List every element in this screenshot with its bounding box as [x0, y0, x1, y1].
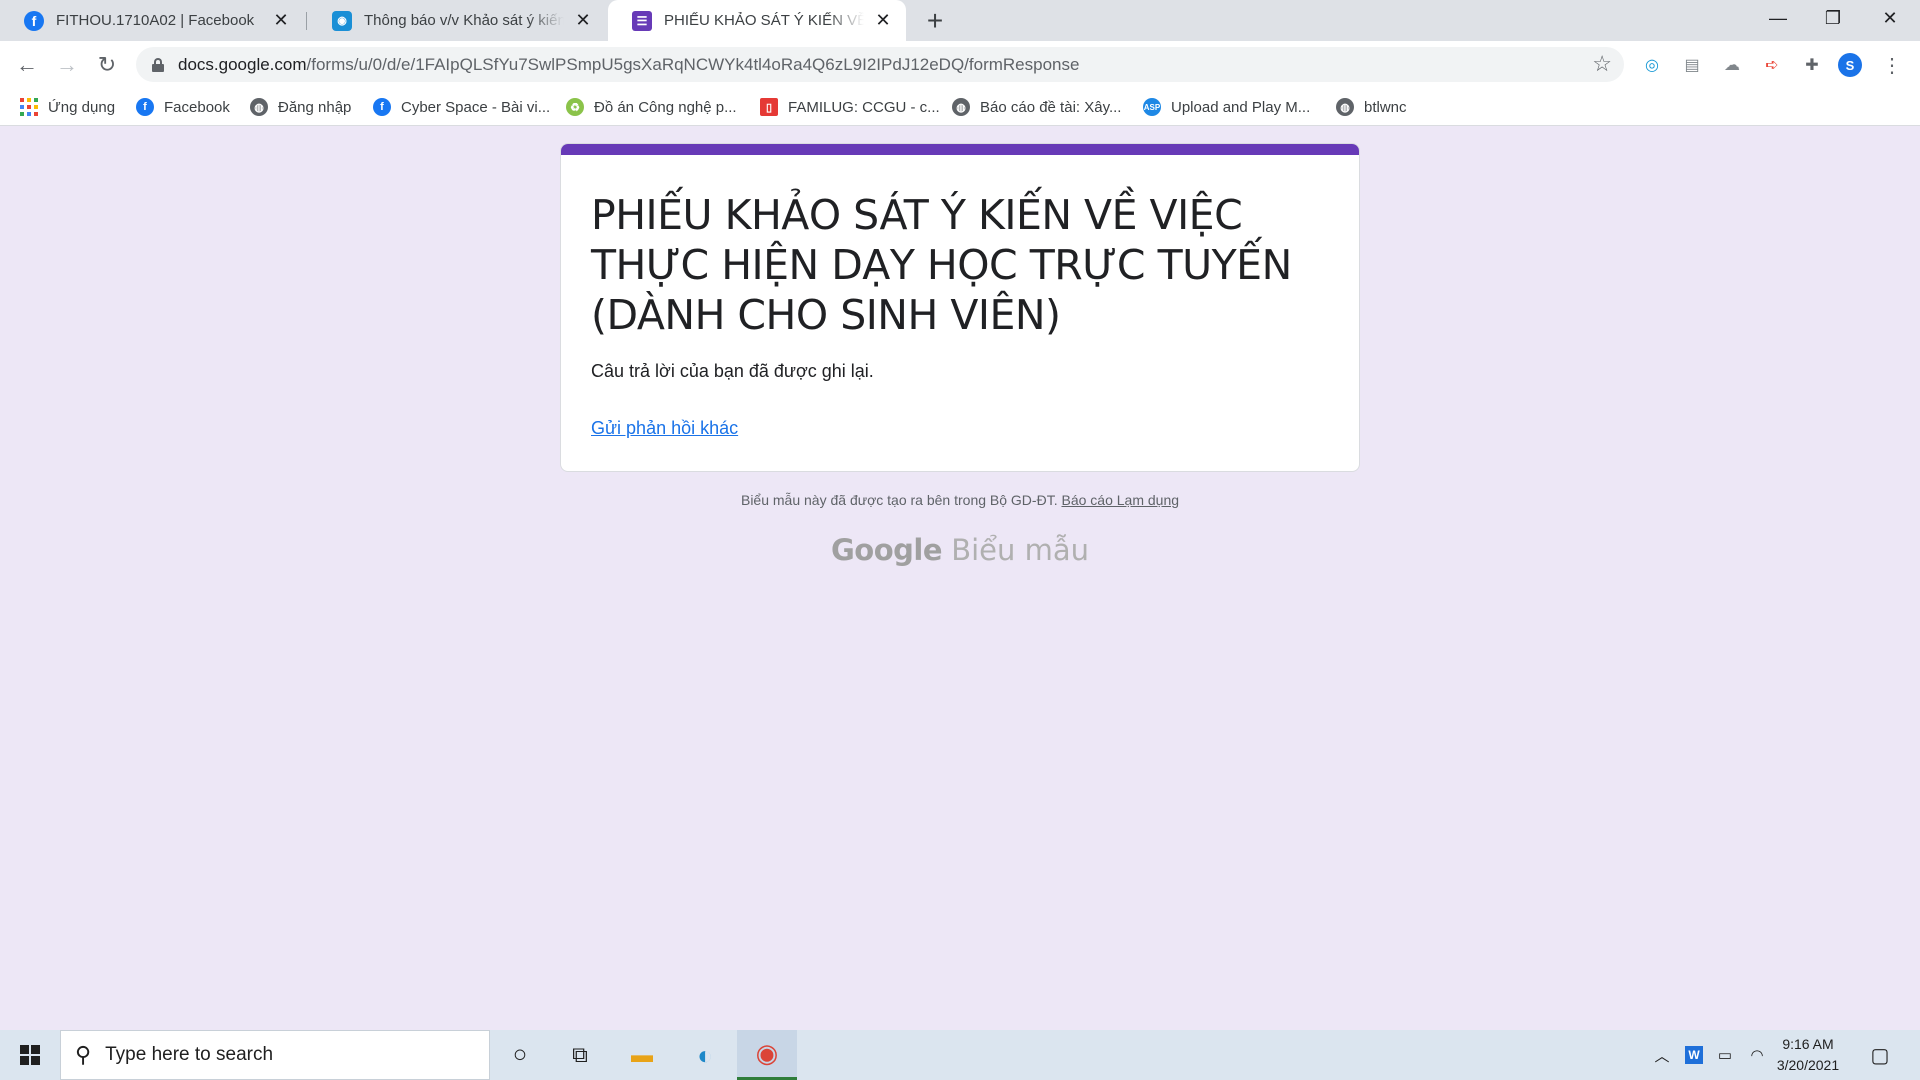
bookmark-label: FAMILUG: CCGU - c... [788, 98, 940, 116]
tab-facebook[interactable]: f FITHOU.1710A02 | Facebook ✕ [0, 0, 304, 41]
bookmark-label: btlwnc [1364, 98, 1407, 116]
close-tab-icon[interactable]: ✕ [872, 10, 894, 32]
bookmark-dang-nhap[interactable]: ◍ Đăng nhập [250, 96, 351, 118]
lock-icon [152, 57, 164, 72]
bookmark-icon: ▯ [760, 98, 778, 116]
address-bar[interactable]: docs.google.com/forms/u/0/d/e/1FAIpQLSfY… [136, 47, 1624, 82]
tab-title: PHIẾU KHẢO SÁT Ý KIẾN VỀ VIỆC THỰC HIỆN [664, 12, 864, 29]
bookmark-label: Báo cáo đề tài: Xây... [980, 98, 1122, 116]
google-forms-logo[interactable]: Google Biểu mẫu [560, 533, 1360, 567]
show-hidden-icons-chevron-icon[interactable]: ︿ [1650, 1030, 1674, 1080]
reader-extension-icon[interactable]: ▤ [1680, 53, 1704, 77]
globe-icon: ◍ [1336, 98, 1354, 116]
brand-forms: Biểu mẫu [951, 533, 1090, 567]
tab-title: FITHOU.1710A02 | Facebook [56, 12, 255, 29]
chrome-browser-icon[interactable]: ◉ [737, 1030, 797, 1080]
bookmark-familug[interactable]: ▯ FAMILUG: CCGU - c... [760, 96, 940, 118]
cloud-download-icon[interactable]: ☁ [1720, 53, 1744, 77]
windows-taskbar: ⚲ Type here to search ○ ⧉ ▬ ◐ ◉ ︿ W ▭ ◠ … [0, 1030, 1920, 1080]
taskbar-clock[interactable]: 9:16 AM 3/20/2021 [1768, 1034, 1848, 1076]
bookmark-do-an[interactable]: ♻ Đồ án Công nghệ p... [566, 96, 737, 118]
cast-extension-icon[interactable]: ➪ [1760, 53, 1784, 77]
apps-grid-icon [20, 98, 38, 116]
edge-browser-icon[interactable]: ◐ [675, 1030, 735, 1080]
task-view-icon[interactable]: ⧉ [550, 1030, 610, 1080]
clock-time: 9:16 AM [1782, 1036, 1834, 1052]
bookmark-label: Đăng nhập [278, 98, 352, 116]
tab-thong-bao[interactable]: ◉ Thông báo v/v Khảo sát ý kiến Sinh viê… [308, 0, 606, 41]
form-accent-bar [561, 144, 1359, 155]
report-abuse-link[interactable]: Báo cáo Lạm dụng [1061, 492, 1179, 508]
form-title: PHIẾU KHẢO SÁT Ý KIẾN VỀ VIỆC THỰC HIỆN … [591, 191, 1292, 339]
brand-google: Google [830, 533, 943, 567]
url-host: docs.google.com [178, 54, 307, 74]
bookmark-facebook[interactable]: f Facebook [136, 96, 230, 118]
search-extension-icon[interactable]: ◎ [1640, 53, 1664, 77]
search-icon: ⚲ [75, 1042, 92, 1067]
globe-icon: ◍ [952, 98, 970, 116]
taskbar-search-box[interactable]: ⚲ Type here to search [60, 1030, 490, 1080]
forward-arrow-icon[interactable]: → [51, 49, 83, 81]
facebook-icon: f [24, 10, 44, 31]
facebook-icon: f [136, 98, 154, 116]
globe-icon: ◍ [250, 98, 268, 116]
file-explorer-icon[interactable]: ▬ [612, 1030, 672, 1080]
tab-title: Thông báo v/v Khảo sát ý kiến Sinh viên [364, 12, 564, 29]
bookmark-label: Facebook [164, 98, 230, 116]
menu-dots-icon[interactable]: ⋮ [1880, 53, 1904, 77]
wifi-icon[interactable]: ◠ [1745, 1030, 1769, 1080]
submit-another-response-link[interactable]: Gửi phản hồi khác [591, 418, 738, 439]
bookmark-label: Upload and Play M... [1171, 98, 1311, 116]
bookmark-label: Đồ án Công nghệ p... [594, 98, 737, 116]
restore-button[interactable]: ❐ [1813, 0, 1853, 36]
new-tab-button[interactable]: + [920, 5, 950, 36]
url-text: docs.google.com/forms/u/0/d/e/1FAIpQLSfY… [178, 55, 1079, 75]
back-arrow-icon[interactable]: ← [11, 49, 43, 81]
word-tray-icon[interactable]: W [1682, 1030, 1706, 1080]
minimize-button[interactable]: — [1758, 0, 1798, 36]
form-footer-note: Biểu mẫu này đã được tạo ra bên trong Bộ… [560, 492, 1360, 508]
bookmark-btlwnc[interactable]: ◍ btlwnc [1336, 96, 1407, 118]
site-icon: ◉ [332, 10, 352, 31]
close-tab-icon[interactable]: ✕ [572, 10, 594, 32]
bookmark-star-icon[interactable]: ☆ [1592, 51, 1612, 77]
url-path: /forms/u/0/d/e/1FAIpQLSfYu7SwlPSmpU5gsXa… [306, 54, 1080, 74]
footer-note-text: Biểu mẫu này đã được tạo ra bên trong Bộ… [740, 492, 1058, 508]
facebook-icon: f [373, 98, 391, 116]
close-tab-icon[interactable]: ✕ [270, 10, 292, 32]
battery-icon[interactable]: ▭ [1713, 1030, 1737, 1080]
bookmarks-bar: Ứng dụng f Facebook ◍ Đăng nhập f Cyber … [0, 88, 1920, 126]
tab-strip: f FITHOU.1710A02 | Facebook ✕ ◉ Thông bá… [0, 0, 1920, 41]
recycle-icon: ♻ [566, 98, 584, 116]
bookmark-bao-cao[interactable]: ◍ Báo cáo đề tài: Xây... [952, 96, 1121, 118]
browser-toolbar: ← → ↻ docs.google.com/forms/u/0/d/e/1FAI… [0, 41, 1920, 88]
cortana-icon[interactable]: ○ [490, 1030, 550, 1080]
confirmation-message: Câu trả lời của bạn đã được ghi lại. [591, 361, 874, 381]
bookmark-apps[interactable]: Ứng dụng [20, 96, 115, 118]
form-response-card: PHIẾU KHẢO SÁT Ý KIẾN VỀ VIỆC THỰC HIỆN … [560, 143, 1360, 472]
notifications-icon[interactable]: ▢ [1862, 1030, 1898, 1080]
tab-google-form[interactable]: ☰ PHIẾU KHẢO SÁT Ý KIẾN VỀ VIỆC THỰC HIỆ… [608, 0, 906, 41]
extensions-puzzle-icon[interactable]: ✚ [1800, 53, 1824, 77]
reload-icon[interactable]: ↻ [91, 49, 123, 81]
close-window-button[interactable]: ✕ [1870, 0, 1910, 36]
asp-icon: ASP [1143, 98, 1161, 116]
tab-separator [306, 12, 307, 30]
windows-logo-icon [20, 1045, 40, 1065]
search-placeholder: Type here to search [105, 1044, 274, 1065]
start-button[interactable] [0, 1030, 60, 1080]
bookmark-cyber-space[interactable]: f Cyber Space - Bài vi... [373, 96, 550, 118]
clock-date: 3/20/2021 [1776, 1057, 1840, 1073]
bookmark-label: Ứng dụng [48, 98, 116, 116]
profile-avatar-icon[interactable]: S [1838, 53, 1862, 77]
bookmark-upload-play[interactable]: ASP Upload and Play M... [1143, 96, 1310, 118]
google-forms-icon: ☰ [632, 10, 652, 31]
bookmark-label: Cyber Space - Bài vi... [401, 98, 551, 116]
